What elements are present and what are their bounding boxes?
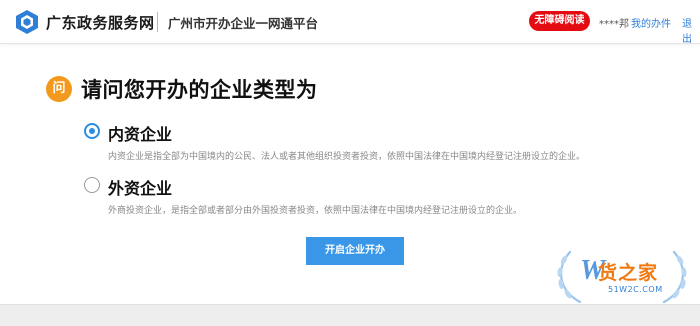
foreign-enterprise-description: 外商投资企业，是指全部或者部分由外国投资者投资，依照中国法律在中国境内经登记注册… bbox=[108, 206, 523, 216]
header-divider bbox=[157, 12, 158, 32]
platform-title: 广州市开办企业一网通平台 bbox=[168, 16, 319, 31]
guangdong-logo-icon[interactable] bbox=[14, 9, 40, 35]
footer-bar bbox=[0, 304, 700, 326]
domestic-enterprise-label[interactable]: 内资企业 bbox=[108, 121, 172, 145]
watermark-brand: 货之家 bbox=[598, 262, 659, 284]
domestic-enterprise-radio[interactable] bbox=[84, 123, 100, 139]
question-title: 请问您开办的企业类型为 bbox=[81, 78, 318, 102]
start-enterprise-button[interactable]: 开启企业开办 bbox=[306, 237, 404, 265]
foreign-enterprise-radio[interactable] bbox=[84, 177, 100, 193]
user-name: ****邦 bbox=[599, 19, 629, 30]
my-tasks-link[interactable]: 我的办件 bbox=[631, 15, 671, 30]
domestic-enterprise-description: 内资企业是指全部为中国境内的公民、法人或者其他组织投资者投资，依照中国法律在中国… bbox=[108, 152, 586, 162]
question-badge: 问 bbox=[46, 76, 72, 102]
foreign-enterprise-label[interactable]: 外资企业 bbox=[108, 175, 172, 199]
site-brand[interactable]: 广东政务服务网 bbox=[46, 12, 155, 33]
top-header: 广东政务服务网 广州市开办企业一网通平台 无障碍阅读 ****邦 我的办件 退出 bbox=[0, 0, 700, 45]
watermark-url: 51W2C.COM bbox=[608, 285, 663, 294]
logout-link[interactable]: 退出 bbox=[682, 15, 700, 45]
accessibility-button[interactable]: 无障碍阅读 bbox=[529, 11, 590, 31]
